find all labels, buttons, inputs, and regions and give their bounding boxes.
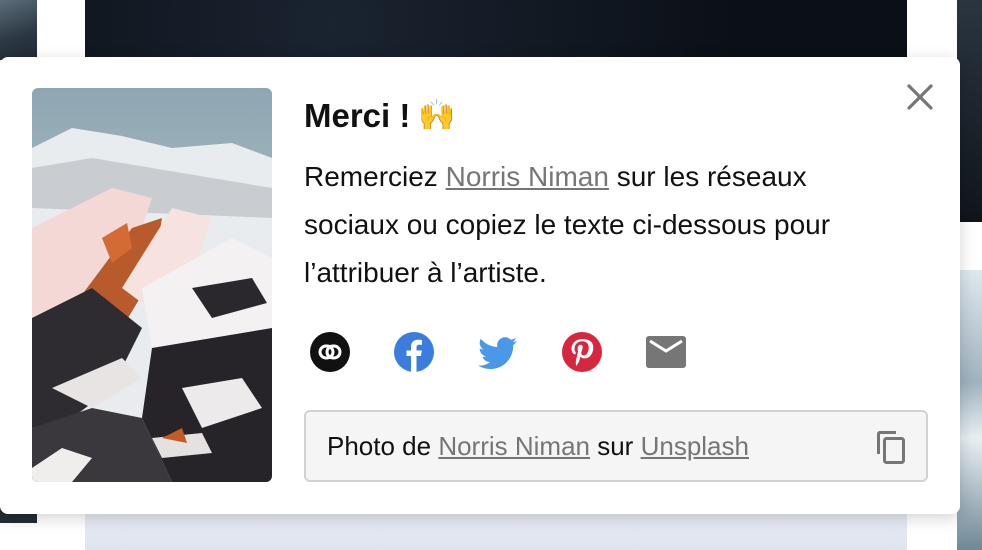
facebook-icon	[394, 332, 434, 372]
background-photo-bottom	[85, 510, 907, 550]
copy-icon	[877, 431, 905, 464]
artist-link[interactable]: Norris Niman	[446, 161, 609, 192]
dialog-title: Merci ! 🙌	[304, 97, 456, 135]
thank-message: Remerciez Norris Niman sur les réseaux s…	[304, 153, 904, 297]
credit-middle: sur	[590, 430, 641, 461]
copy-button[interactable]	[874, 429, 908, 465]
share-buttons	[309, 331, 687, 373]
credit-prefix: Photo de	[327, 430, 439, 461]
background-photo-right-bottom	[957, 270, 982, 550]
pinterest-icon	[562, 332, 602, 372]
share-twitter-button[interactable]	[477, 331, 519, 373]
share-facebook-button[interactable]	[393, 331, 435, 373]
copy-link-button[interactable]	[309, 331, 351, 373]
title-text: Merci !	[304, 97, 411, 134]
attribution-text-box[interactable]: Photo de Norris Niman sur Unsplash	[304, 410, 928, 482]
raising-hands-emoji: 🙌	[418, 99, 456, 132]
credit-artist-link[interactable]: Norris Niman	[438, 431, 590, 461]
background-photo-right-top	[957, 0, 982, 222]
share-email-button[interactable]	[645, 331, 687, 373]
message-before: Remerciez	[304, 161, 446, 192]
attribution-dialog: Merci ! 🙌 Remerciez Norris Niman sur les…	[0, 57, 960, 514]
close-icon	[907, 84, 933, 110]
photo-thumbnail	[32, 88, 272, 482]
credit-site-link[interactable]: Unsplash	[641, 431, 749, 461]
link-icon	[310, 332, 350, 372]
close-button[interactable]	[900, 77, 940, 117]
twitter-icon	[478, 337, 517, 369]
email-icon	[646, 336, 686, 368]
background-photo-top	[85, 0, 907, 60]
background-photo-left	[0, 0, 37, 60]
share-pinterest-button[interactable]	[561, 331, 603, 373]
attribution-text: Photo de Norris Niman sur Unsplash	[327, 431, 749, 462]
